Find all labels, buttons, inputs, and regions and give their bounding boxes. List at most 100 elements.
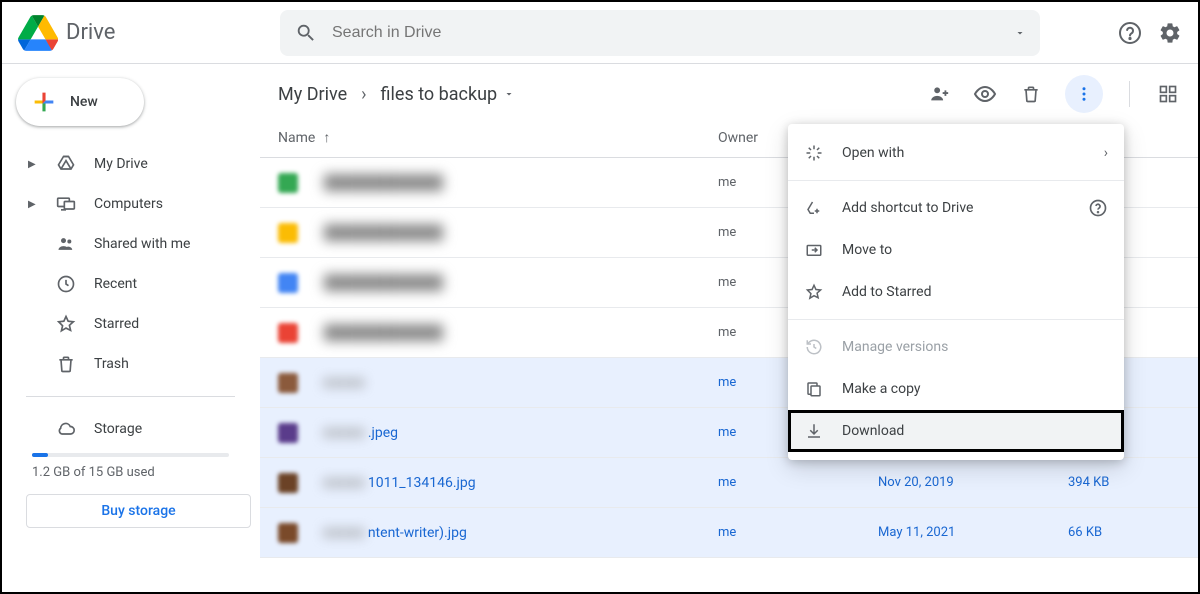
trash-icon bbox=[56, 354, 76, 374]
breadcrumb-root[interactable]: My Drive bbox=[278, 84, 347, 105]
storage-bar bbox=[32, 453, 229, 457]
grid-view-icon[interactable] bbox=[1156, 82, 1180, 106]
file-name: ████████████ bbox=[324, 174, 443, 191]
breadcrumb-current[interactable]: files to backup bbox=[381, 84, 516, 105]
help-icon[interactable] bbox=[1118, 21, 1142, 45]
buy-storage-button[interactable]: Buy storage bbox=[26, 494, 251, 528]
search-icon[interactable] bbox=[294, 21, 318, 45]
logo-block[interactable]: Drive bbox=[18, 13, 256, 53]
search-dropdown-icon[interactable] bbox=[1014, 27, 1026, 39]
cell-owner: me bbox=[718, 475, 878, 490]
search-input[interactable] bbox=[332, 24, 1000, 42]
sidebar-item-recent[interactable]: ▶ Recent bbox=[10, 264, 251, 304]
sort-arrow-up-icon: ↑ bbox=[323, 129, 330, 146]
sidebar-item-my-drive[interactable]: ▶ My Drive bbox=[10, 144, 251, 184]
file-icon bbox=[278, 523, 298, 543]
cell-modified: May 11, 2021 bbox=[878, 525, 1068, 540]
help-icon bbox=[1088, 198, 1108, 218]
ctx-label: Manage versions bbox=[842, 339, 948, 355]
file-icon bbox=[278, 173, 298, 193]
file-icon bbox=[278, 223, 298, 243]
more-actions-button[interactable] bbox=[1065, 75, 1103, 113]
ctx-download[interactable]: Download bbox=[788, 410, 1124, 452]
sidebar-item-trash[interactable]: ▶ Trash bbox=[10, 344, 251, 384]
file-icon bbox=[278, 273, 298, 293]
file-name: 1011_134146.jpg bbox=[324, 474, 476, 491]
ctx-manage-versions: Manage versions bbox=[788, 326, 1124, 368]
preview-eye-icon[interactable] bbox=[973, 82, 997, 106]
drive-icon bbox=[56, 154, 76, 174]
plus-icon bbox=[30, 88, 58, 116]
move-to-icon bbox=[804, 240, 824, 260]
drive-logo-icon bbox=[18, 13, 58, 53]
selection-actions bbox=[927, 75, 1180, 113]
ctx-add-starred[interactable]: Add to Starred bbox=[788, 271, 1124, 313]
caret-down-icon bbox=[503, 88, 515, 100]
ctx-label: Open with bbox=[842, 145, 904, 161]
share-person-icon[interactable] bbox=[927, 82, 951, 106]
sidebar-item-storage[interactable]: ▶ Storage bbox=[10, 409, 251, 449]
ctx-label: Add shortcut to Drive bbox=[842, 200, 973, 216]
sidebar-label: My Drive bbox=[94, 156, 148, 172]
header-actions bbox=[1118, 21, 1182, 45]
table-row[interactable]: 1011_134146.jpg meNov 20, 2019394 KB bbox=[260, 458, 1198, 508]
star-icon bbox=[56, 314, 76, 334]
file-name: ████████████ bbox=[324, 274, 443, 291]
breadcrumb-current-label: files to backup bbox=[381, 84, 498, 105]
search-bar[interactable] bbox=[280, 10, 1040, 56]
expand-icon[interactable]: ▶ bbox=[28, 199, 38, 210]
star-icon bbox=[804, 282, 824, 302]
clock-icon bbox=[56, 274, 76, 294]
sidebar: New ▶ My Drive ▶ Computers ▶ Shared with… bbox=[2, 64, 260, 592]
cell-owner: me bbox=[718, 525, 878, 540]
file-name: ████████████ bbox=[324, 324, 443, 341]
context-menu: Open with › Add shortcut to Drive Move t… bbox=[788, 124, 1124, 460]
divider bbox=[788, 319, 1124, 320]
versions-icon bbox=[804, 337, 824, 357]
computers-icon bbox=[56, 194, 76, 214]
delete-trash-icon[interactable] bbox=[1019, 82, 1043, 106]
expand-icon[interactable]: ▶ bbox=[28, 159, 38, 170]
settings-gear-icon[interactable] bbox=[1158, 21, 1182, 45]
file-icon bbox=[278, 423, 298, 443]
breadcrumb: My Drive › files to backup bbox=[278, 84, 515, 105]
storage-label: Storage bbox=[94, 421, 142, 437]
file-icon bbox=[278, 373, 298, 393]
divider bbox=[26, 396, 235, 397]
download-icon bbox=[804, 421, 824, 441]
new-button[interactable]: New bbox=[16, 78, 144, 126]
app-title: Drive bbox=[66, 20, 115, 45]
column-name-label: Name bbox=[278, 130, 315, 146]
ctx-make-copy[interactable]: Make a copy bbox=[788, 368, 1124, 410]
ctx-label: Make a copy bbox=[842, 381, 921, 397]
file-icon bbox=[278, 473, 298, 493]
app-header: Drive bbox=[2, 2, 1198, 64]
sidebar-item-computers[interactable]: ▶ Computers bbox=[10, 184, 251, 224]
sidebar-item-shared[interactable]: ▶ Shared with me bbox=[10, 224, 251, 264]
table-row[interactable]: ntent-writer).jpgmeMay 11, 202166 KB bbox=[260, 508, 1198, 558]
sidebar-item-starred[interactable]: ▶ Starred bbox=[10, 304, 251, 344]
new-button-label: New bbox=[70, 94, 98, 110]
ctx-add-shortcut[interactable]: Add shortcut to Drive bbox=[788, 187, 1124, 229]
shortcut-icon bbox=[804, 198, 824, 218]
ctx-label: Download bbox=[842, 423, 904, 439]
cell-modified: Nov 20, 2019 bbox=[878, 475, 1068, 490]
chevron-right-icon: › bbox=[361, 84, 366, 105]
sidebar-label: Starred bbox=[94, 316, 139, 332]
toolbar: My Drive › files to backup bbox=[260, 64, 1198, 118]
cell-size: 394 KB bbox=[1068, 475, 1198, 490]
sidebar-label: Trash bbox=[94, 356, 129, 372]
sidebar-label: Computers bbox=[94, 196, 163, 212]
file-name: ntent-writer).jpg bbox=[324, 524, 467, 541]
file-icon bbox=[278, 323, 298, 343]
column-name[interactable]: Name ↑ bbox=[278, 129, 718, 146]
ctx-label: Add to Starred bbox=[842, 284, 931, 300]
content-area: My Drive › files to backup Name bbox=[260, 64, 1198, 592]
ctx-open-with[interactable]: Open with › bbox=[788, 132, 1124, 174]
open-with-icon bbox=[804, 143, 824, 163]
file-name: .jpeg bbox=[324, 424, 398, 441]
file-name bbox=[324, 374, 368, 391]
shared-icon bbox=[56, 234, 76, 254]
copy-icon bbox=[804, 379, 824, 399]
ctx-move-to[interactable]: Move to bbox=[788, 229, 1124, 271]
